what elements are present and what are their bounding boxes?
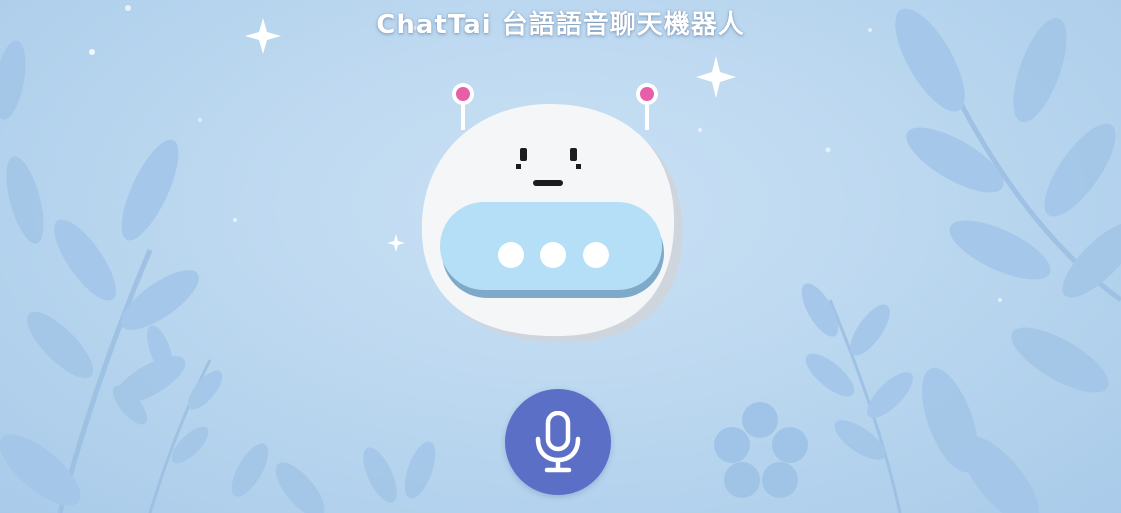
app-title: ChatTai 台語語音聊天機器人 bbox=[376, 10, 745, 40]
left-bottom-sprig bbox=[0, 325, 269, 513]
microphone-button[interactable] bbox=[505, 389, 611, 495]
typing-dots bbox=[498, 242, 609, 268]
bottom-left-leaves bbox=[275, 441, 436, 513]
right-leaf-branch bbox=[895, 8, 1121, 393]
antenna-right bbox=[636, 83, 658, 130]
right-bottom-sprig bbox=[801, 283, 1040, 513]
antenna-left bbox=[452, 83, 474, 130]
flower-decoration bbox=[714, 402, 808, 498]
robot-mascot-icon bbox=[421, 83, 683, 343]
microphone-icon bbox=[535, 411, 581, 473]
left-leaf-branch bbox=[0, 40, 199, 513]
